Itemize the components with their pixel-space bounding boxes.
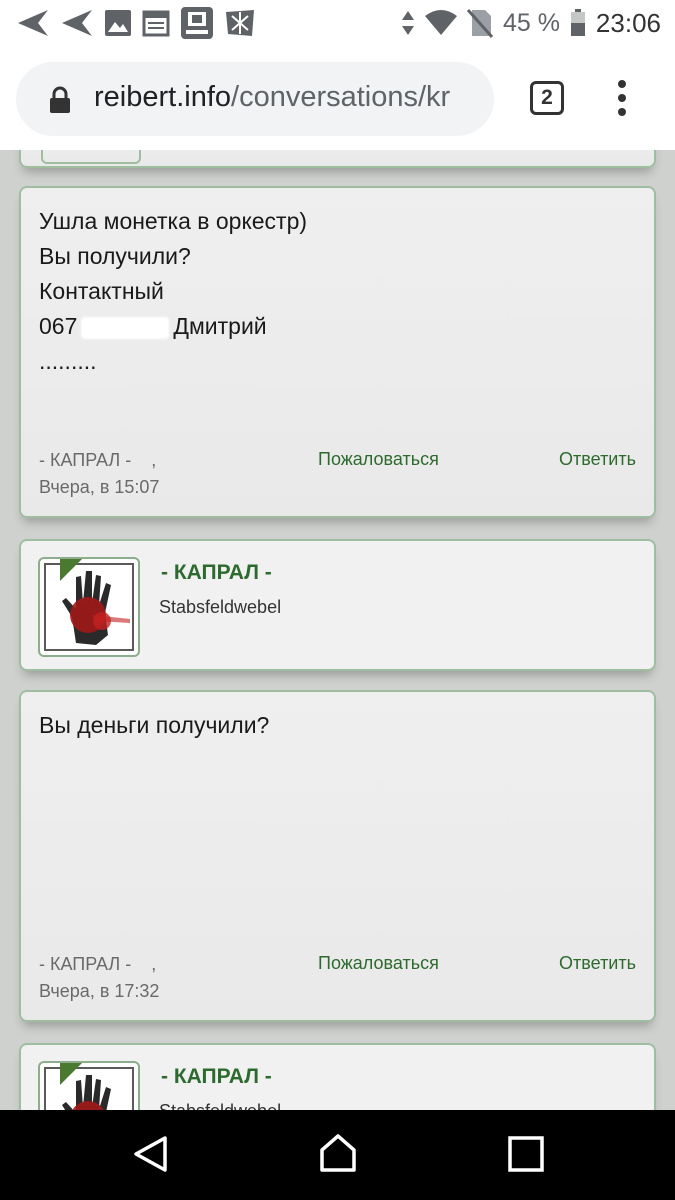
calendar-icon [142,10,170,37]
message-body: Ушла монетка в оркестр) Вы получили? Кон… [39,204,307,379]
message-line: Вы получили? [39,243,191,269]
wifi-icon [424,10,457,35]
message-time: Вчера, в 15:07 [39,477,160,497]
message-author[interactable]: - КАПРАЛ - , [39,447,159,474]
report-link[interactable]: Пожаловаться [318,953,439,974]
conversation-content: Ушла монетка в оркестр) Вы получили? Кон… [0,150,675,1110]
author-card: - КАПРАЛ - Stabsfeldwebel [19,539,656,671]
author-name[interactable]: - КАПРАЛ - [161,1065,272,1089]
message-time: Вчера, в 17:32 [39,981,160,1001]
message-line-phone: 067 Дмитрий [39,309,307,344]
back-icon[interactable] [132,1134,168,1174]
image-icon [105,10,131,36]
online-flag [60,1063,84,1085]
message-card: Вы деньги получили? - КАПРАЛ - , Вчера, … [19,690,656,1022]
recents-icon[interactable] [508,1136,544,1172]
message-card: Ушла монетка в оркестр) Вы получили? Кон… [19,186,656,518]
message-line: Вы деньги получили? [39,712,270,738]
battery-percent: 45 % [502,8,560,37]
android-nav-bar [0,1110,675,1200]
url-text[interactable]: reibert.info/conversations/kr [94,81,492,114]
author-rank: Stabsfeldwebel [159,597,282,617]
red-hand-avatar-image [62,1075,111,1110]
report-link[interactable]: Пожаловаться [318,449,439,470]
message-meta: - КАПРАЛ - , Вчера, в 15:07 [39,447,159,501]
red-hand-avatar-image [62,571,130,645]
avatar[interactable] [38,557,140,657]
message-line: Контактный [39,278,164,304]
home-icon[interactable] [318,1132,358,1174]
author-name[interactable]: - КАПРАЛ - [161,561,272,585]
url-domain: reibert.info [94,81,232,113]
more-vert-icon[interactable] [610,76,634,120]
battery-icon [570,9,585,36]
navigation-arrow-icon [18,10,48,36]
app-icon [226,10,254,36]
no-sim-icon [466,9,493,38]
status-bar: 45 % 23:06 [0,0,675,46]
signal-arrows-icon [401,11,414,35]
contact-name: Дмитрий [173,313,267,339]
message-author[interactable]: - КАПРАЛ - , [39,951,159,978]
address-bar[interactable]: reibert.info/conversations/kr [16,62,494,136]
message-body: Вы деньги получили? [39,708,269,743]
message-line: Ушла монетка в оркестр) [39,208,308,234]
app-icon [181,7,213,39]
message-card-partial [19,150,656,168]
reply-link[interactable]: Ответить [559,953,636,974]
author-rank: Stabsfeldwebel [159,1101,281,1110]
attachment-stub [41,150,141,164]
navigation-arrow-icon [62,10,92,36]
url-path: /conversations/kr [231,81,451,113]
tabs-button[interactable]: 2 [530,81,564,115]
author-card: - КАПРАЛ - Stabsfeldwebel [19,1043,656,1110]
reply-link[interactable]: Ответить [559,449,636,470]
clock: 23:06 [595,7,661,38]
phone-prefix: 067 [39,313,78,339]
message-meta: - КАПРАЛ - , Вчера, в 17:32 [39,951,159,1005]
tab-count: 2 [541,86,553,109]
online-flag [60,559,84,581]
lock-icon[interactable] [49,86,71,114]
redacted-phone [81,316,170,339]
browser-toolbar: reibert.info/conversations/kr 2 [0,46,675,150]
avatar[interactable] [38,1061,140,1110]
message-line: ......... [39,348,97,374]
